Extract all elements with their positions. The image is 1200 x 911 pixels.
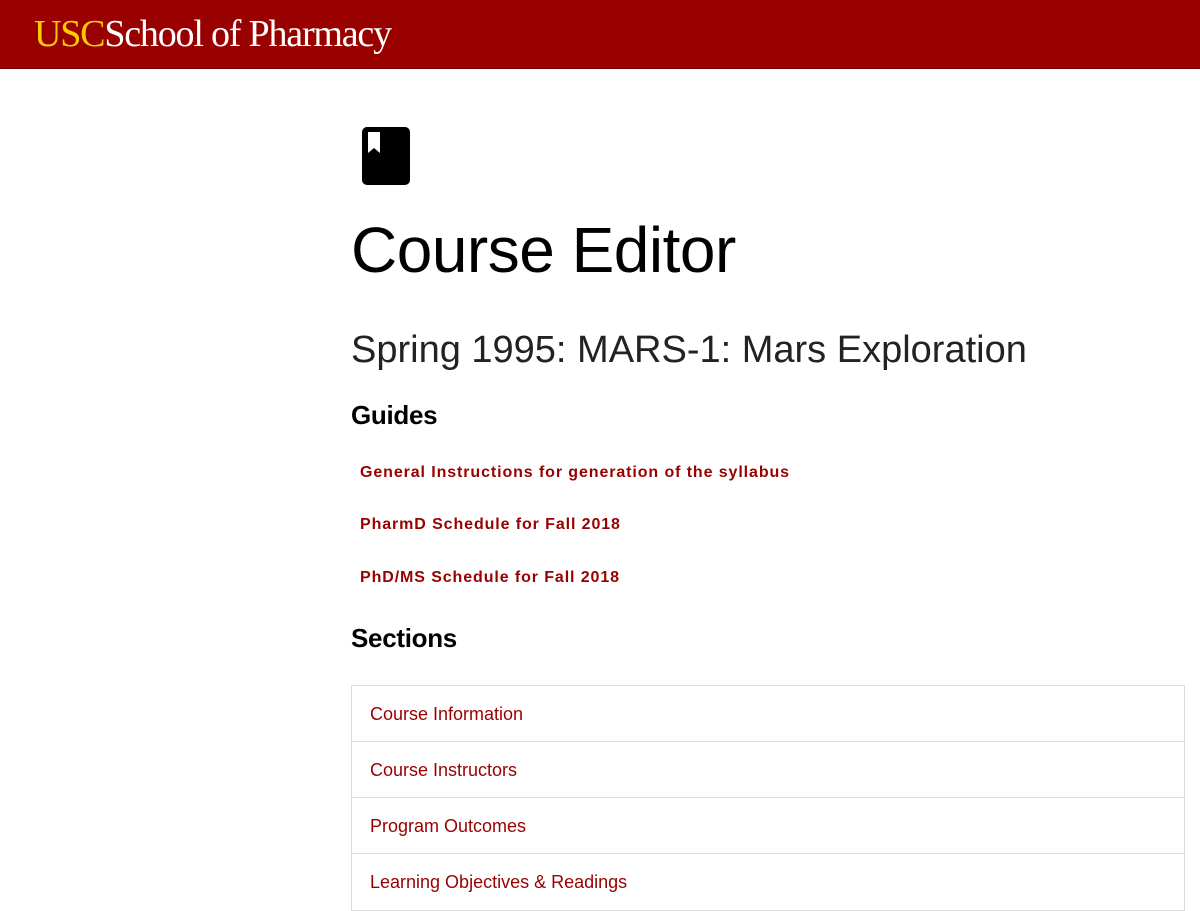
page-title: Course Editor	[351, 214, 736, 286]
bookmark-book-icon	[362, 127, 410, 185]
guides-heading: Guides	[351, 400, 438, 430]
section-item-course-instructors[interactable]: Course Instructors	[352, 742, 1184, 798]
guide-link-phd-ms-schedule[interactable]: PhD/MS Schedule for Fall 2018	[360, 567, 620, 589]
guide-link-pharmd-schedule[interactable]: PharmD Schedule for Fall 2018	[360, 514, 621, 536]
section-item-program-outcomes[interactable]: Program Outcomes	[352, 798, 1184, 854]
sections-heading: Sections	[351, 623, 457, 653]
site-header: USCSchool of Pharmacy	[0, 0, 1200, 69]
section-item-course-information[interactable]: Course Information	[352, 686, 1184, 742]
sections-list: Course Information Course Instructors Pr…	[351, 685, 1185, 911]
guide-link-general-instructions[interactable]: General Instructions for generation of t…	[360, 462, 790, 484]
logo-usc-text: USC	[34, 13, 106, 55]
course-subtitle: Spring 1995: MARS-1: Mars Exploration	[351, 329, 1027, 371]
usc-pharmacy-logo[interactable]: USCSchool of Pharmacy	[34, 10, 392, 58]
section-item-learning-objectives[interactable]: Learning Objectives & Readings	[352, 854, 1184, 910]
logo-school-text: School of Pharmacy	[104, 13, 392, 55]
